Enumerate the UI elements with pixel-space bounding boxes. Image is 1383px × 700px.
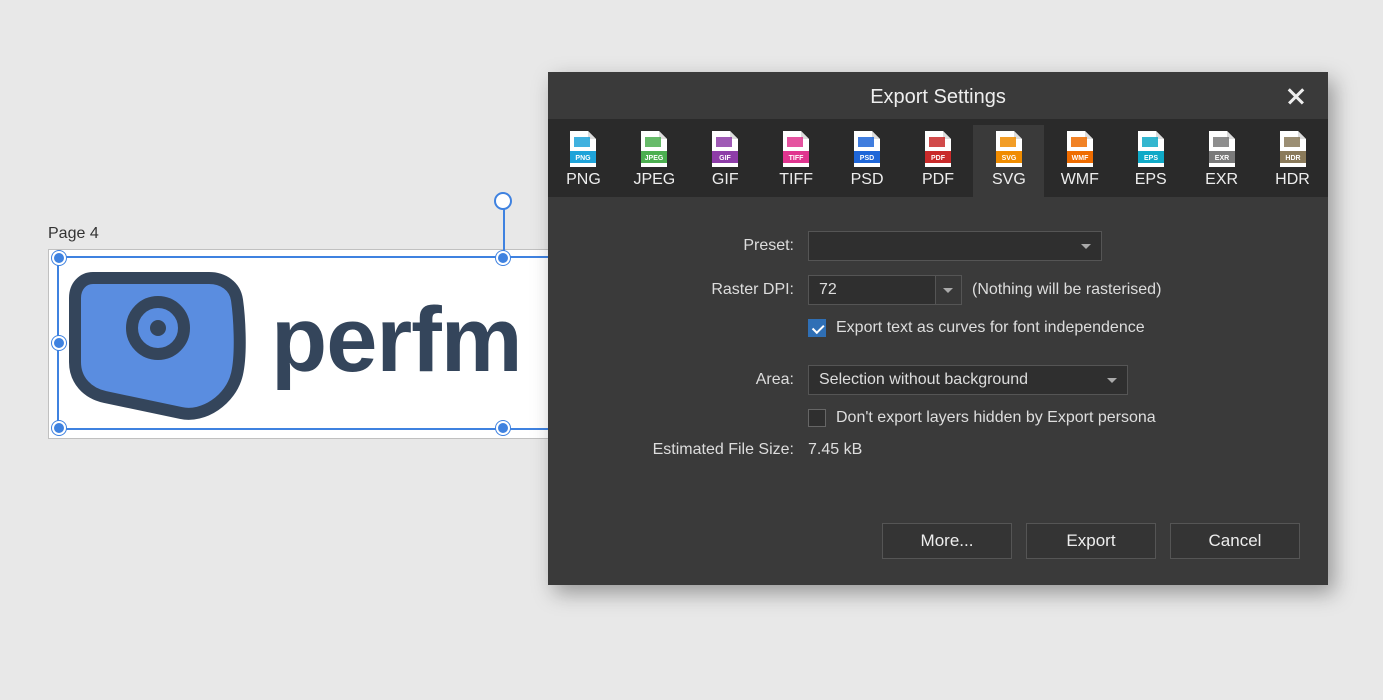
logo-group[interactable]: perfm <box>63 260 522 420</box>
hide-layers-checkbox[interactable] <box>808 409 826 427</box>
format-tab-label: PDF <box>903 171 974 189</box>
format-tab-svg[interactable]: SVG SVG <box>973 125 1044 197</box>
format-tab-label: EXR <box>1186 171 1257 189</box>
logo-text: perfm <box>271 288 522 393</box>
format-tab-pdf[interactable]: PDF PDF <box>903 125 974 197</box>
format-tab-label: PNG <box>548 171 619 189</box>
est-size-value: 7.45 kB <box>808 441 862 459</box>
file-exr-icon: EXR <box>1207 131 1237 167</box>
export-curves-label[interactable]: Export text as curves for font independe… <box>836 319 1145 337</box>
format-tabs: PNGPNGJPEGJPEGGIFGIFTIFFTIFFPSDPSDPDFPDF… <box>548 119 1328 197</box>
cancel-button[interactable]: Cancel <box>1170 523 1300 559</box>
format-tab-exr[interactable]: EXR EXR <box>1186 125 1257 197</box>
svg-text:GIF: GIF <box>719 155 731 162</box>
preset-select[interactable] <box>808 231 1102 261</box>
svg-text:EXR: EXR <box>1214 155 1228 162</box>
format-tab-label: EPS <box>1115 171 1186 189</box>
format-tab-tiff[interactable]: TIFF TIFF <box>761 125 832 197</box>
format-tab-label: WMF <box>1044 171 1115 189</box>
chevron-down-icon <box>1081 244 1091 249</box>
file-jpeg-icon: JPEG <box>639 131 669 167</box>
format-tab-eps[interactable]: EPS EPS <box>1115 125 1186 197</box>
file-png-icon: PNG <box>568 131 598 167</box>
area-label: Area: <box>578 371 808 389</box>
svg-text:HDR: HDR <box>1285 155 1300 162</box>
est-size-label: Estimated File Size: <box>578 441 808 459</box>
preset-label: Preset: <box>578 237 808 255</box>
format-tab-jpeg[interactable]: JPEG JPEG <box>619 125 690 197</box>
svg-text:JPEG: JPEG <box>645 155 664 162</box>
file-hdr-icon: HDR <box>1278 131 1308 167</box>
hide-layers-label[interactable]: Don't export layers hidden by Export per… <box>836 409 1156 427</box>
export-curves-checkbox[interactable] <box>808 319 826 337</box>
svg-text:PDF: PDF <box>931 155 946 162</box>
resize-handle-bm[interactable] <box>496 421 510 435</box>
svg-text:PSD: PSD <box>860 155 874 162</box>
file-gif-icon: GIF <box>710 131 740 167</box>
file-wmf-icon: WMF <box>1065 131 1095 167</box>
export-button[interactable]: Export <box>1026 523 1156 559</box>
area-select[interactable]: Selection without background <box>808 365 1128 395</box>
svg-text:WMF: WMF <box>1071 155 1088 162</box>
close-icon[interactable] <box>1282 82 1310 110</box>
svg-text:SVG: SVG <box>1001 155 1016 162</box>
raster-dpi-input[interactable]: 72 <box>808 275 962 305</box>
chevron-down-icon <box>943 288 953 293</box>
format-tab-psd[interactable]: PSD PSD <box>832 125 903 197</box>
format-tab-label: PSD <box>832 171 903 189</box>
more-button[interactable]: More... <box>882 523 1012 559</box>
raster-hint: (Nothing will be rasterised) <box>972 281 1161 299</box>
file-eps-icon: EPS <box>1136 131 1166 167</box>
chevron-down-icon <box>1107 378 1117 383</box>
dialog-title: Export Settings <box>548 72 1328 119</box>
raster-dpi-label: Raster DPI: <box>578 281 808 299</box>
format-tab-hdr[interactable]: HDR HDR <box>1257 125 1328 197</box>
format-tab-png[interactable]: PNG PNG <box>548 125 619 197</box>
format-tab-label: GIF <box>690 171 761 189</box>
file-svg-icon: SVG <box>994 131 1024 167</box>
format-tab-gif[interactable]: GIF GIF <box>690 125 761 197</box>
svg-text:EPS: EPS <box>1144 155 1158 162</box>
file-psd-icon: PSD <box>852 131 882 167</box>
svg-text:PNG: PNG <box>576 155 592 162</box>
format-tab-label: SVG <box>973 171 1044 189</box>
svg-text:TIFF: TIFF <box>789 155 804 162</box>
logo-mark-icon <box>63 260 253 420</box>
export-dialog: Export Settings PNGPNGJPEGJPEGGIFGIFTIFF… <box>548 72 1328 585</box>
format-tab-label: TIFF <box>761 171 832 189</box>
format-tab-label: JPEG <box>619 171 690 189</box>
file-tiff-icon: TIFF <box>781 131 811 167</box>
format-tab-wmf[interactable]: WMF WMF <box>1044 125 1115 197</box>
format-tab-label: HDR <box>1257 171 1328 189</box>
rotate-handle[interactable] <box>494 192 512 210</box>
resize-handle-bl[interactable] <box>52 421 66 435</box>
file-pdf-icon: PDF <box>923 131 953 167</box>
